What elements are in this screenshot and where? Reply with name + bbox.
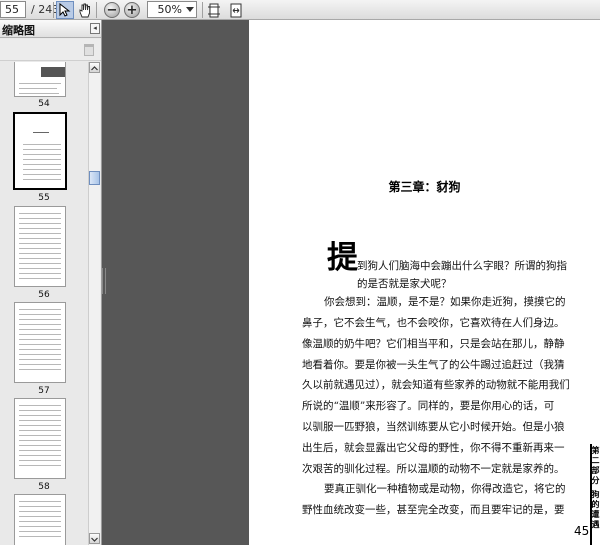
scroll-up-button[interactable] xyxy=(89,62,100,73)
zoom-in-button[interactable]: + xyxy=(124,2,140,18)
text-line: 到狗人们脑海中会蹦出什么字眼？所谓的狗指 xyxy=(357,260,567,272)
select-tool-button[interactable] xyxy=(56,1,74,19)
panel-splitter-handle[interactable] xyxy=(102,268,106,294)
document-view[interactable]: 第三章：豺狗 提 到狗人们脑海中会蹦出什么字眼？所谓的狗指 的是否就是家犬呢？ … xyxy=(102,20,600,545)
fit-width-icon xyxy=(230,3,242,17)
toolbar-separator xyxy=(53,2,54,18)
document-page: 第三章：豺狗 提 到狗人们脑海中会蹦出什么字眼？所谓的狗指 的是否就是家犬呢？ … xyxy=(249,20,600,545)
side-tab-char: 部 xyxy=(591,465,600,475)
plus-icon: + xyxy=(126,2,138,18)
thumbnail-page-54[interactable] xyxy=(14,62,66,97)
text-line: 地看着你。要是你被一头生气了的公牛踢过追赶过（我猜 xyxy=(302,359,565,371)
trash-icon[interactable] xyxy=(84,44,94,56)
page-total-label: / 243 xyxy=(31,3,60,16)
collapse-panel-button[interactable]: ◂ xyxy=(90,23,100,34)
chevron-up-icon xyxy=(91,66,98,71)
text-line: 久以前就遇见过），就会知道有些家养的动物就不能用我们 xyxy=(302,379,570,391)
text-line: 你会想到：温顺，是不是？如果你走近狗，摸摸它的 xyxy=(324,296,566,308)
thumbnail-label: 54 xyxy=(38,99,50,109)
thumbnail-list: 54 55 56 57 58 xyxy=(0,62,88,545)
thumbnail-page-59[interactable] xyxy=(14,494,66,545)
side-tab-char: 第 xyxy=(591,445,600,455)
thumbnail-label: 57 xyxy=(38,386,50,396)
thumbnail-page-56[interactable] xyxy=(14,206,66,287)
scroll-thumb[interactable] xyxy=(89,171,100,185)
toolbar-separator xyxy=(202,2,203,18)
scroll-down-button[interactable] xyxy=(89,533,100,544)
hand-icon xyxy=(79,3,90,17)
thumbnail-image xyxy=(41,67,65,77)
panel-header: 缩略图 ◂ xyxy=(0,20,101,38)
thumbnail-label: 56 xyxy=(38,290,50,300)
text-line: 的是否就是家犬呢？ xyxy=(357,278,452,290)
toolbar: 55 / 243 − + 50% xyxy=(0,0,600,20)
text-line: 以驯服一匹野狼，当然训练要从它小时候开始。但是小狼 xyxy=(302,421,565,433)
fit-page-button[interactable] xyxy=(205,1,223,19)
thumbnail-page-55[interactable] xyxy=(13,112,67,190)
thumbnail-label: 55 xyxy=(38,193,50,203)
side-tab-char: 狗 xyxy=(591,489,600,499)
text-line: 出生后，就会显露出它父母的野性，你不得不重新再来一 xyxy=(302,442,565,454)
chevron-down-icon xyxy=(91,537,98,542)
page-number: 45 xyxy=(574,524,590,538)
text-line: 像温顺的奶牛吧？它们相当平和，只是会站在那儿，静静 xyxy=(302,338,565,350)
zoom-out-button[interactable]: − xyxy=(104,2,120,18)
text-line: 要真正驯化一种植物或是动物，你得改造它，将它的 xyxy=(324,483,566,495)
cursor-arrow-icon xyxy=(59,3,71,17)
thumbnail-page-58[interactable] xyxy=(14,398,66,479)
thumbnail-page-57[interactable] xyxy=(14,302,66,383)
side-tab-char: 二 xyxy=(591,455,600,465)
fit-width-button[interactable] xyxy=(227,1,245,19)
panel-title: 缩略图 xyxy=(2,24,35,37)
drop-cap: 提 xyxy=(327,240,358,276)
text-line: 野性血统改变一些，甚至完全改变，而且要牢记的是，要 xyxy=(302,504,565,516)
toolbar-separator xyxy=(96,2,97,18)
text-line: 所说的“温顺”来形容了。同样的，要是你用心的话，可 xyxy=(302,400,555,412)
chapter-title: 第三章：豺狗 xyxy=(388,180,461,194)
fit-page-icon xyxy=(208,3,220,17)
side-tab-char: 遇 xyxy=(591,519,600,529)
thumbnails-panel: 缩略图 ◂ 54 55 56 57 58 xyxy=(0,20,102,545)
side-tab-char: 分 xyxy=(591,475,600,485)
thumbnail-scrollbar[interactable] xyxy=(88,62,100,545)
page-number-input[interactable]: 55 xyxy=(0,1,26,18)
text-line: 鼻子，它不会生气，也不会咬你，它喜欢待在人们身边。 xyxy=(302,317,565,329)
side-tab-char: 遭 xyxy=(591,509,600,519)
text-line: 次艰苦的驯化过程。所以温顺的动物不一定就是家养的。 xyxy=(302,463,565,475)
chevron-down-icon[interactable] xyxy=(186,7,194,12)
hand-tool-button[interactable] xyxy=(76,1,94,19)
minus-icon: − xyxy=(106,2,118,18)
panel-toolbar xyxy=(0,39,101,61)
thumbnail-label: 58 xyxy=(38,482,50,492)
side-tab-char: 的 xyxy=(591,499,600,509)
